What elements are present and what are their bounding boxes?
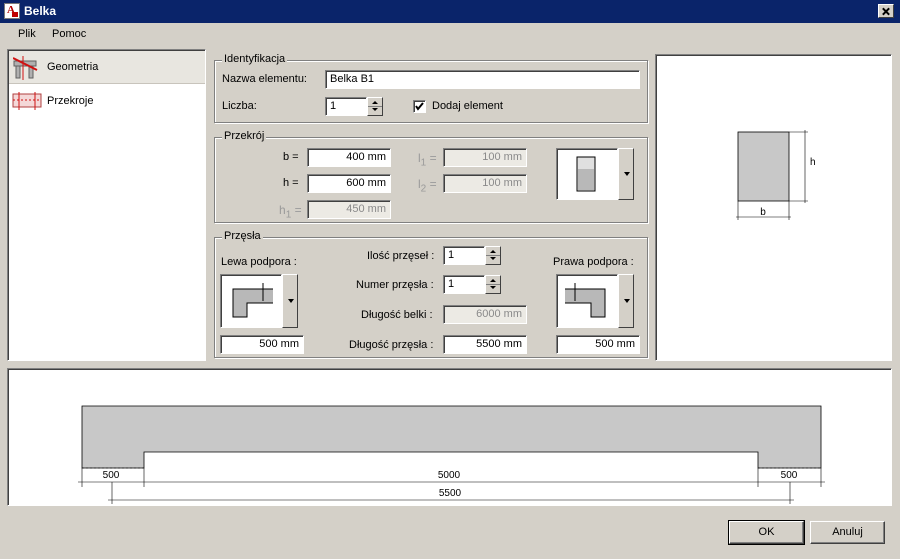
span-number-stepper[interactable] [485,275,501,294]
section-shape [737,131,790,202]
left-support-input[interactable]: 500 mm [220,335,304,354]
menu-plik[interactable]: Plik [18,28,36,40]
checkmark-icon [415,102,424,111]
l1-label: l1 = [418,151,437,169]
l2-label: l2 = [418,177,437,195]
span-dimension: 5000 [438,470,461,481]
b-dimension-label: b [760,207,766,218]
span-count-input[interactable]: 1 [443,246,485,265]
close-button[interactable] [878,4,894,18]
add-element-checkbox[interactable] [413,100,426,113]
ok-button[interactable]: OK [728,520,805,545]
nav-item-przekroje[interactable]: Przekroje [9,86,205,116]
right-support-label: Prawa podpora : [553,256,634,268]
left-support-icon [232,283,273,318]
title-bar [0,0,900,23]
l1-input[interactable]: 100 mm [443,148,527,167]
section-icon [12,92,42,110]
window-title: Belka [24,4,57,18]
count-stepper[interactable] [367,97,383,116]
nav-label: Przekroje [47,95,94,107]
identyfikacja-title: Identyfikacja [222,53,288,65]
h1-input[interactable]: 450 mm [307,200,391,219]
przesla-title: Przęsła [222,230,263,242]
left-support-label: Lewa podpora : [221,256,297,268]
app-icon: A [4,3,20,19]
count-label: Liczba: [222,100,257,112]
span-number-label: Numer przęsła : [356,279,434,291]
section-type-select[interactable] [556,148,618,200]
nav-label: Geometria [47,61,99,73]
h-input[interactable]: 600 mm [307,174,391,193]
right-support-dropdown[interactable] [618,274,634,328]
beam-geometry-icon [13,56,38,80]
cancel-button[interactable]: Anuluj [810,521,885,544]
section-drawing: b h [736,130,816,220]
span-count-stepper[interactable] [485,246,501,265]
b-input[interactable]: 400 mm [307,148,391,167]
beam-drawing: 500 5000 500 5500 [78,405,825,504]
span-length-input[interactable]: 5500 mm [443,335,527,354]
nav-item-geometria[interactable]: Geometria [9,51,205,84]
beam-length-input[interactable]: 6000 mm [443,305,527,324]
span-count-label: Ilość przęseł : [367,250,435,262]
element-name-input[interactable]: Belka B1 [325,70,640,89]
l2-input[interactable]: 100 mm [443,174,527,193]
right-support-input[interactable]: 500 mm [556,335,640,354]
right-support-select[interactable] [556,274,618,328]
beam-shape [81,405,822,469]
left-support-dimension: 500 [103,470,120,481]
beam-preview: 500 5000 500 5500 [7,368,892,506]
b-label: b = [283,151,299,163]
total-dimension: 5500 [439,488,462,499]
menu-pomoc[interactable]: Pomoc [52,28,86,40]
count-input[interactable]: 1 [325,97,367,116]
span-length-label: Długość przęsła : [349,339,434,351]
rectangular-section-icon [576,156,596,192]
left-support-select[interactable] [220,274,282,328]
h1-label: h1 = [279,203,302,221]
name-label: Nazwa elementu: [222,73,307,85]
left-support-dropdown[interactable] [282,274,298,328]
section-type-dropdown[interactable] [618,148,634,200]
przekroj-title: Przekrój [222,130,267,142]
beam-length-label: Długość belki : [361,309,433,321]
h-label: h = [283,177,299,189]
h-dimension-label: h [810,157,816,168]
right-support-dimension: 500 [781,470,798,481]
add-element-label: Dodaj element [432,100,503,112]
section-preview: b h [655,54,892,361]
right-support-icon [565,283,606,318]
span-number-input[interactable]: 1 [443,275,485,294]
